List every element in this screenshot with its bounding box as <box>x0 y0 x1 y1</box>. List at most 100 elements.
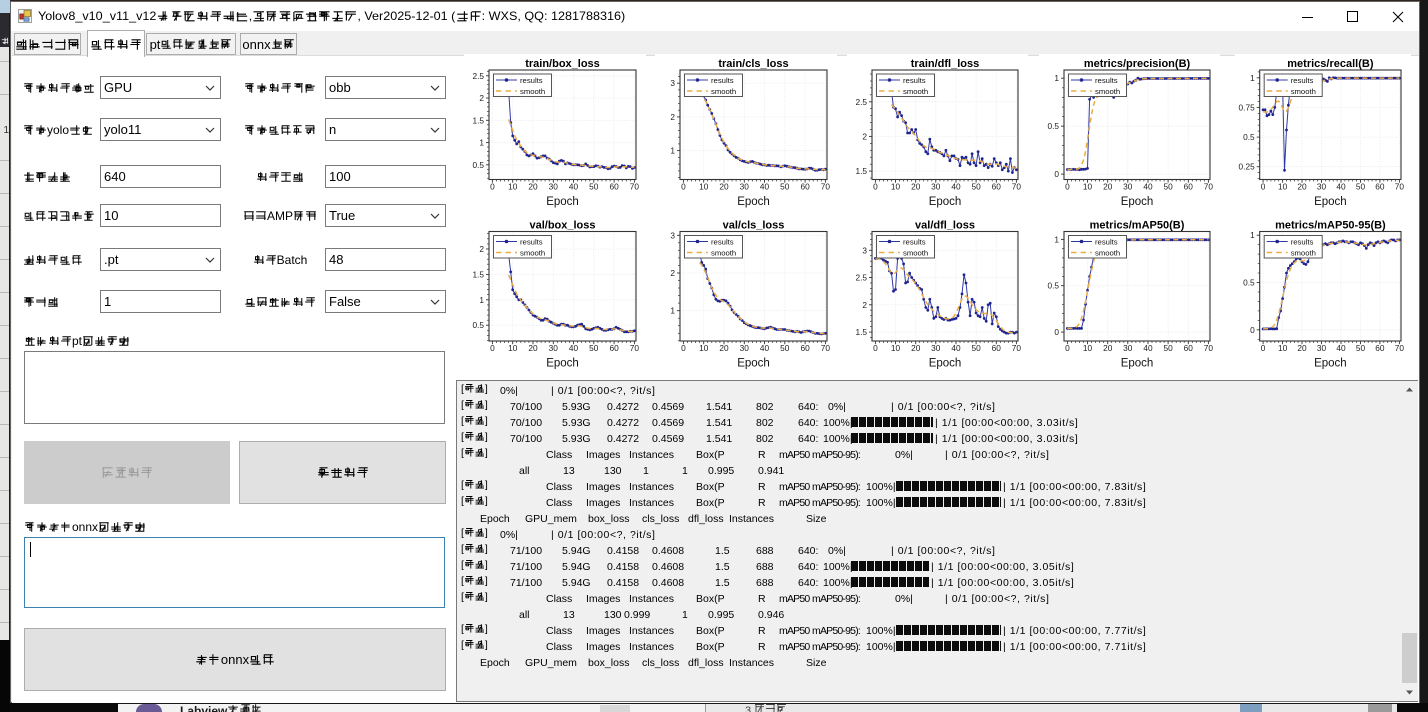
svg-text:results: results <box>1095 237 1118 246</box>
svg-text:30: 30 <box>740 343 750 353</box>
svg-text:50: 50 <box>971 182 981 192</box>
svg-text:70: 70 <box>821 343 831 353</box>
svg-text:70: 70 <box>1204 343 1214 353</box>
svg-text:2: 2 <box>862 300 867 310</box>
svg-text:30: 30 <box>1317 343 1327 353</box>
svg-text:40: 40 <box>569 343 579 353</box>
svg-text:0.75: 0.75 <box>1239 102 1256 112</box>
svg-text:results: results <box>1095 76 1118 85</box>
svg-text:70: 70 <box>630 182 640 192</box>
svg-text:0: 0 <box>490 343 495 353</box>
svg-text:1: 1 <box>1250 73 1255 83</box>
svg-text:30: 30 <box>549 182 559 192</box>
svg-text:1: 1 <box>1054 73 1059 83</box>
svg-text:60: 60 <box>1375 182 1385 192</box>
svg-text:30: 30 <box>549 343 559 353</box>
svg-text:70: 70 <box>1012 182 1022 192</box>
svg-text:50: 50 <box>780 182 790 192</box>
svg-text:train/dfl_loss: train/dfl_loss <box>911 58 979 70</box>
svg-text:2.5: 2.5 <box>855 273 867 283</box>
svg-text:1: 1 <box>1250 230 1255 240</box>
svg-text:70: 70 <box>1395 182 1405 192</box>
svg-text:70: 70 <box>1012 343 1022 353</box>
svg-text:20: 20 <box>911 182 921 192</box>
svg-text:40: 40 <box>760 343 770 353</box>
svg-text:results: results <box>711 237 734 246</box>
svg-text:0: 0 <box>681 343 686 353</box>
svg-text:0: 0 <box>1054 169 1059 179</box>
svg-text:0: 0 <box>490 182 495 192</box>
svg-text:60: 60 <box>800 182 810 192</box>
svg-text:50: 50 <box>780 343 790 353</box>
svg-text:40: 40 <box>951 182 961 192</box>
svg-text:smooth: smooth <box>520 248 545 257</box>
svg-text:40: 40 <box>1336 343 1346 353</box>
svg-text:10: 10 <box>1278 182 1288 192</box>
svg-text:1.5: 1.5 <box>855 327 867 337</box>
svg-text:20: 20 <box>1297 343 1307 353</box>
svg-text:30: 30 <box>1317 182 1327 192</box>
svg-text:metrics/recall(B): metrics/recall(B) <box>1287 58 1374 70</box>
svg-text:0.25: 0.25 <box>1239 162 1256 172</box>
svg-text:3: 3 <box>670 230 675 240</box>
svg-text:60: 60 <box>609 182 619 192</box>
svg-text:3: 3 <box>670 78 675 88</box>
svg-text:Epoch: Epoch <box>546 196 579 208</box>
svg-text:60: 60 <box>992 182 1002 192</box>
svg-text:50: 50 <box>1356 182 1366 192</box>
svg-text:2: 2 <box>862 131 867 141</box>
svg-text:0: 0 <box>1250 325 1255 335</box>
svg-text:metrics/mAP50-95(B): metrics/mAP50-95(B) <box>1275 220 1386 232</box>
svg-text:10: 10 <box>1083 343 1093 353</box>
svg-text:results: results <box>520 76 543 85</box>
svg-text:40: 40 <box>951 343 961 353</box>
svg-text:20: 20 <box>719 343 729 353</box>
svg-text:0: 0 <box>1065 182 1070 192</box>
svg-text:smooth: smooth <box>903 248 928 257</box>
svg-text:1: 1 <box>1054 234 1059 244</box>
svg-text:0: 0 <box>1054 327 1059 337</box>
svg-text:1: 1 <box>479 138 484 148</box>
svg-text:results: results <box>1291 76 1314 85</box>
svg-text:val/cls_loss: val/cls_loss <box>723 220 785 232</box>
svg-text:results: results <box>903 76 926 85</box>
svg-text:metrics/precision(B): metrics/precision(B) <box>1084 58 1191 70</box>
svg-text:30: 30 <box>931 343 941 353</box>
svg-text:20: 20 <box>911 343 921 353</box>
svg-text:40: 40 <box>1336 182 1346 192</box>
svg-text:results: results <box>1291 237 1314 246</box>
svg-text:20: 20 <box>528 182 538 192</box>
svg-text:70: 70 <box>1395 343 1405 353</box>
svg-text:Epoch: Epoch <box>1314 196 1347 208</box>
svg-text:50: 50 <box>1163 343 1173 353</box>
svg-text:30: 30 <box>931 182 941 192</box>
svg-text:Epoch: Epoch <box>546 358 579 370</box>
svg-text:20: 20 <box>1103 182 1113 192</box>
svg-text:Epoch: Epoch <box>1121 196 1154 208</box>
svg-text:40: 40 <box>1143 343 1153 353</box>
svg-text:50: 50 <box>1356 343 1366 353</box>
svg-text:results: results <box>520 237 543 246</box>
svg-text:train/box_loss: train/box_loss <box>525 58 600 70</box>
svg-text:3: 3 <box>862 245 867 255</box>
svg-text:10: 10 <box>508 343 518 353</box>
svg-text:2.5: 2.5 <box>855 97 867 107</box>
svg-text:20: 20 <box>719 182 729 192</box>
svg-text:0.5: 0.5 <box>472 320 484 330</box>
svg-text:0.5: 0.5 <box>1243 132 1255 142</box>
svg-text:0: 0 <box>873 182 878 192</box>
svg-text:60: 60 <box>1375 343 1385 353</box>
svg-text:0.5: 0.5 <box>1047 281 1059 291</box>
svg-text:1.5: 1.5 <box>472 269 484 279</box>
svg-text:50: 50 <box>971 343 981 353</box>
svg-text:30: 30 <box>1123 343 1133 353</box>
svg-text:10: 10 <box>891 343 901 353</box>
svg-text:10: 10 <box>699 182 709 192</box>
svg-text:val/box_loss: val/box_loss <box>529 220 595 232</box>
svg-text:60: 60 <box>1184 343 1194 353</box>
svg-text:50: 50 <box>589 182 599 192</box>
svg-text:2: 2 <box>670 268 675 278</box>
svg-text:smooth: smooth <box>520 87 545 96</box>
svg-text:smooth: smooth <box>711 87 736 96</box>
svg-text:val/dfl_loss: val/dfl_loss <box>915 220 975 232</box>
